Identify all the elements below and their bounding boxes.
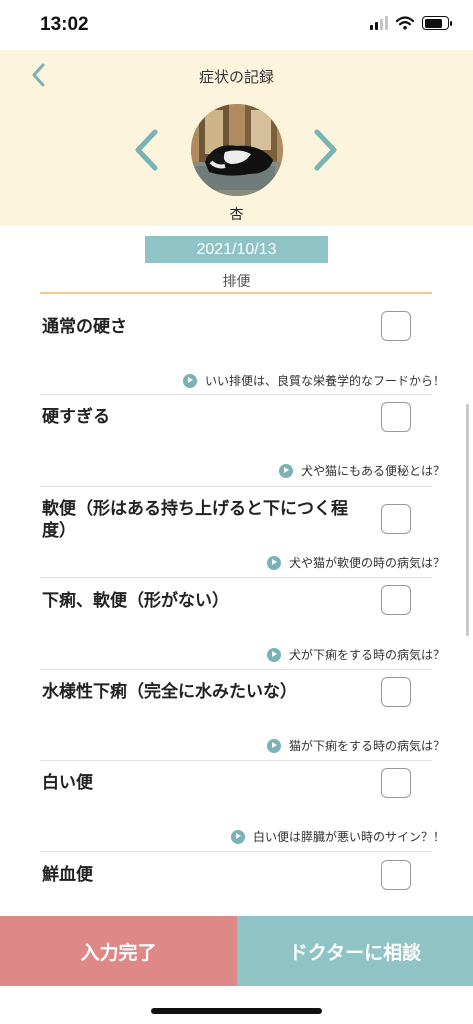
battery-icon bbox=[422, 16, 452, 30]
info-link-text: いい排便は、良質な栄養学的なフードから！ bbox=[204, 374, 445, 388]
symptom-label: 硬すぎる bbox=[42, 407, 110, 427]
symptom-label: 下痢、軟便（形がない） bbox=[42, 591, 229, 611]
play-icon bbox=[182, 373, 197, 388]
page-title: 症状の記録 bbox=[198, 68, 274, 86]
row-divider bbox=[40, 394, 432, 395]
symptom-checkbox[interactable] bbox=[381, 504, 411, 534]
symptom-label: 水様性下痢（完全に水みたいな） bbox=[42, 682, 297, 702]
symptom-checkbox[interactable] bbox=[381, 311, 411, 341]
symptom-checkbox[interactable] bbox=[381, 860, 411, 890]
symptom-checkbox[interactable] bbox=[381, 402, 411, 432]
status-bar: 13:02 bbox=[0, 0, 473, 50]
info-link-text: 犬や猫にもある便秘とは？ bbox=[300, 464, 445, 478]
date-badge[interactable]: 2021/10/13 bbox=[145, 236, 328, 263]
info-link[interactable]: 犬が下痢をする時の病気は？ bbox=[266, 646, 445, 663]
symptom-label: 軟便（形はある持ち上げると下につく程度） bbox=[42, 499, 348, 541]
info-link-text: 犬が下痢をする時の病気は？ bbox=[288, 648, 445, 662]
play-icon bbox=[266, 738, 281, 753]
wifi-icon bbox=[396, 16, 414, 30]
play-icon bbox=[266, 647, 281, 662]
prev-pet-button[interactable] bbox=[128, 124, 164, 176]
symptom-checkbox[interactable] bbox=[381, 768, 411, 798]
next-pet-button[interactable] bbox=[308, 124, 344, 176]
prev-pet-chevron-icon bbox=[135, 129, 158, 171]
play-icon bbox=[278, 463, 293, 478]
row-divider bbox=[40, 851, 432, 852]
row-divider bbox=[40, 669, 432, 670]
play-icon bbox=[230, 829, 245, 844]
pet-avatar bbox=[191, 104, 283, 196]
symptom-checkbox[interactable] bbox=[381, 585, 411, 615]
category-label: 排便 bbox=[222, 274, 251, 290]
status-icons bbox=[370, 16, 452, 30]
status-time: 13:02 bbox=[40, 14, 89, 35]
info-link[interactable]: 白い便は膵臓が悪い時のサイン？！ bbox=[230, 828, 445, 845]
home-indicator[interactable] bbox=[151, 1008, 322, 1014]
info-link-text: 猫が下痢をする時の病気は？ bbox=[288, 739, 445, 753]
info-link[interactable]: 犬や猫にもある便秘とは？ bbox=[278, 462, 445, 479]
header: 症状の記録 杏 bbox=[0, 50, 473, 226]
info-link-text: 白い便は膵臓が悪い時のサイン？！ bbox=[252, 830, 445, 844]
row-divider bbox=[40, 760, 432, 761]
symptom-label: 通常の硬さ bbox=[42, 317, 127, 337]
scrollbar[interactable] bbox=[466, 404, 469, 636]
info-link-text: 犬や猫が軟便の時の病気は？ bbox=[288, 556, 445, 570]
row-divider bbox=[40, 577, 432, 578]
signal-icon bbox=[370, 16, 388, 30]
play-icon bbox=[266, 555, 281, 570]
row-divider bbox=[40, 486, 432, 487]
symptom-label: 白い便 bbox=[42, 773, 93, 793]
info-link[interactable]: 猫が下痢をする時の病気は？ bbox=[266, 737, 445, 754]
symptom-checkbox[interactable] bbox=[381, 677, 411, 707]
symptom-label: 鮮血便 bbox=[42, 865, 93, 885]
next-pet-chevron-icon bbox=[314, 129, 337, 171]
info-link[interactable]: 犬や猫が軟便の時の病気は？ bbox=[266, 554, 445, 571]
complete-button[interactable]: 入力完了 bbox=[0, 916, 237, 986]
consult-doctor-button[interactable]: ドクターに相談 bbox=[237, 916, 473, 986]
info-link[interactable]: いい排便は、良質な栄養学的なフードから！ bbox=[182, 372, 445, 389]
symptom-list[interactable]: 通常の硬さ いい排便は、良質な栄養学的なフードから！ 硬すぎる 犬や猫にもある便… bbox=[0, 294, 473, 914]
pet-name: 杏 bbox=[229, 207, 244, 223]
